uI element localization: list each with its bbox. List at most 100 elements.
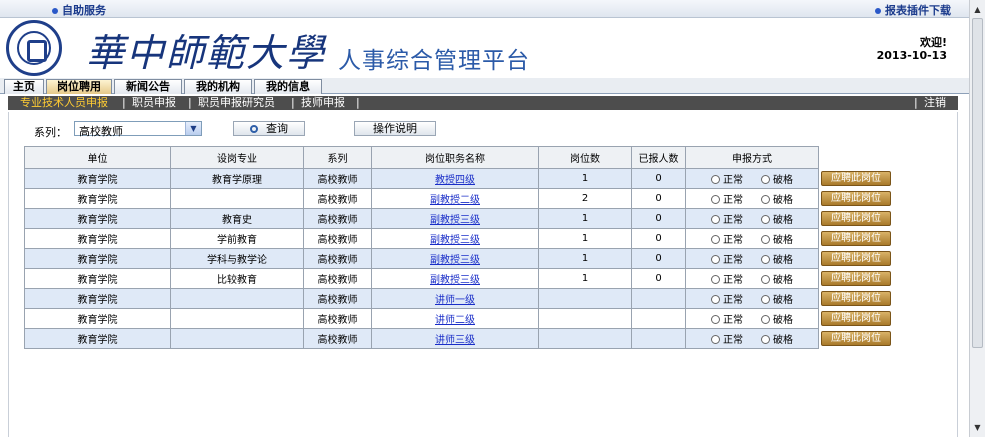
cell-apply-mode: 正常 破格 <box>685 328 819 349</box>
apply-post-button[interactable]: 应聘此岗位 <box>821 271 891 286</box>
tab-news[interactable]: 新闻公告 <box>114 79 182 94</box>
radio-icon[interactable] <box>711 215 720 224</box>
scroll-thumb[interactable] <box>972 18 983 348</box>
subnav-professional-technical[interactable]: 专业技术人员申报 <box>20 96 108 110</box>
radio-icon[interactable] <box>711 275 720 284</box>
radio-normal[interactable]: 正常 <box>711 271 743 286</box>
cell-unit: 教育学院 <box>24 268 171 289</box>
radio-icon[interactable] <box>711 335 720 344</box>
radio-normal[interactable]: 正常 <box>711 251 743 266</box>
radio-icon[interactable] <box>711 175 720 184</box>
post-title-link[interactable]: 教授四级 <box>435 175 475 186</box>
radio-exception[interactable]: 破格 <box>761 211 793 226</box>
tab-my-organization[interactable]: 我的机构 <box>184 79 252 94</box>
radio-normal[interactable]: 正常 <box>711 191 743 206</box>
radio-normal[interactable]: 正常 <box>711 291 743 306</box>
radio-icon[interactable] <box>761 175 770 184</box>
radio-exception[interactable]: 破格 <box>761 171 793 186</box>
tab-home[interactable]: 主页 <box>4 79 44 94</box>
table-row: 教育学院 教育史 高校教师 副教授三级 1 0 正常 破格 应聘此岗位 <box>24 208 895 229</box>
cell-applied-count: 0 <box>631 268 686 289</box>
radio-exception[interactable]: 破格 <box>761 231 793 246</box>
current-date: 2013-10-13 <box>876 49 947 62</box>
post-title-link[interactable]: 副教授三级 <box>430 235 480 246</box>
apply-post-button[interactable]: 应聘此岗位 <box>821 171 891 186</box>
radio-normal[interactable]: 正常 <box>711 331 743 346</box>
sub-navigation: 专业技术人员申报 | 职员申报 | 职员申报研究员 | 技师申报 | | 注销 <box>8 96 958 110</box>
cell-major <box>170 188 304 209</box>
cell-series: 高校教师 <box>303 188 372 209</box>
column-header: 申报方式 <box>685 146 819 169</box>
welcome-block: 欢迎! 2013-10-13 <box>877 36 947 62</box>
cell-post: 副教授三级 <box>371 228 539 249</box>
post-title-link[interactable]: 副教授三级 <box>430 275 480 286</box>
subnav-technician-apply[interactable]: 技师申报 <box>301 96 345 110</box>
radio-icon[interactable] <box>761 255 770 264</box>
apply-post-button[interactable]: 应聘此岗位 <box>821 251 891 266</box>
cell-post: 讲师一级 <box>371 288 539 309</box>
cell-apply: 应聘此岗位 <box>818 248 895 269</box>
cell-apply: 应聘此岗位 <box>818 268 895 289</box>
radio-exception[interactable]: 破格 <box>761 271 793 286</box>
radio-normal[interactable]: 正常 <box>711 311 743 326</box>
radio-icon[interactable] <box>761 275 770 284</box>
post-title-link[interactable]: 讲师一级 <box>435 295 475 306</box>
radio-icon[interactable] <box>761 235 770 244</box>
radio-normal[interactable]: 正常 <box>711 231 743 246</box>
post-title-link[interactable]: 副教授三级 <box>430 255 480 266</box>
radio-icon[interactable] <box>711 195 720 204</box>
apply-post-button[interactable]: 应聘此岗位 <box>821 331 891 346</box>
apply-post-button[interactable]: 应聘此岗位 <box>821 191 891 206</box>
cell-major: 教育史 <box>170 208 304 229</box>
radio-icon[interactable] <box>711 255 720 264</box>
subnav-staff-apply[interactable]: 职员申报 <box>132 96 176 110</box>
apply-post-button[interactable]: 应聘此岗位 <box>821 311 891 326</box>
apply-post-button[interactable]: 应聘此岗位 <box>821 211 891 226</box>
apply-post-button[interactable]: 应聘此岗位 <box>821 291 891 306</box>
logout-link[interactable]: 注销 <box>924 96 946 110</box>
tab-post-hiring[interactable]: 岗位聘用 <box>46 79 112 94</box>
subnav-separator: | <box>188 96 192 109</box>
chevron-down-icon[interactable]: ▼ <box>185 122 201 135</box>
radio-icon[interactable] <box>711 235 720 244</box>
scroll-down-icon[interactable]: ▼ <box>972 422 983 433</box>
cell-post-count <box>538 308 632 329</box>
radio-icon[interactable] <box>761 215 770 224</box>
radio-icon[interactable] <box>761 195 770 204</box>
cell-series: 高校教师 <box>303 268 372 289</box>
vertical-scrollbar[interactable]: ▲ ▼ <box>969 0 985 437</box>
radio-exception[interactable]: 破格 <box>761 311 793 326</box>
report-plugin-download-link[interactable]: 报表插件下载 <box>875 2 951 18</box>
radio-icon[interactable] <box>711 315 720 324</box>
scroll-up-icon[interactable]: ▲ <box>972 4 983 15</box>
post-title-link[interactable]: 讲师二级 <box>435 315 475 326</box>
tab-my-info[interactable]: 我的信息 <box>254 79 322 94</box>
operation-help-button[interactable]: 操作说明 <box>354 121 436 136</box>
cell-major <box>170 328 304 349</box>
radio-icon[interactable] <box>761 335 770 344</box>
radio-icon[interactable] <box>761 295 770 304</box>
cell-apply: 应聘此岗位 <box>818 328 895 349</box>
column-header: 岗位数 <box>538 146 632 169</box>
series-select-value: 高校教师 <box>79 125 123 138</box>
cell-post: 副教授三级 <box>371 268 539 289</box>
apply-post-button[interactable]: 应聘此岗位 <box>821 231 891 246</box>
radio-icon[interactable] <box>711 295 720 304</box>
query-button[interactable]: 查询 <box>233 121 305 136</box>
radio-icon[interactable] <box>761 315 770 324</box>
post-title-link[interactable]: 副教授三级 <box>430 215 480 226</box>
radio-exception[interactable]: 破格 <box>761 331 793 346</box>
subnav-staff-researcher[interactable]: 职员申报研究员 <box>198 96 275 110</box>
table-row: 教育学院 学前教育 高校教师 副教授三级 1 0 正常 破格 应聘此岗位 <box>24 228 895 249</box>
cell-major: 学科与教学论 <box>170 248 304 269</box>
radio-exception[interactable]: 破格 <box>761 291 793 306</box>
radio-normal[interactable]: 正常 <box>711 171 743 186</box>
cell-applied-count <box>631 288 686 309</box>
radio-exception[interactable]: 破格 <box>761 251 793 266</box>
radio-normal[interactable]: 正常 <box>711 211 743 226</box>
radio-exception[interactable]: 破格 <box>761 191 793 206</box>
self-service-link[interactable]: 自助服务 <box>52 2 106 18</box>
post-title-link[interactable]: 副教授二级 <box>430 195 480 206</box>
post-title-link[interactable]: 讲师三级 <box>435 335 475 346</box>
series-select[interactable]: 高校教师 ▼ <box>74 121 202 138</box>
